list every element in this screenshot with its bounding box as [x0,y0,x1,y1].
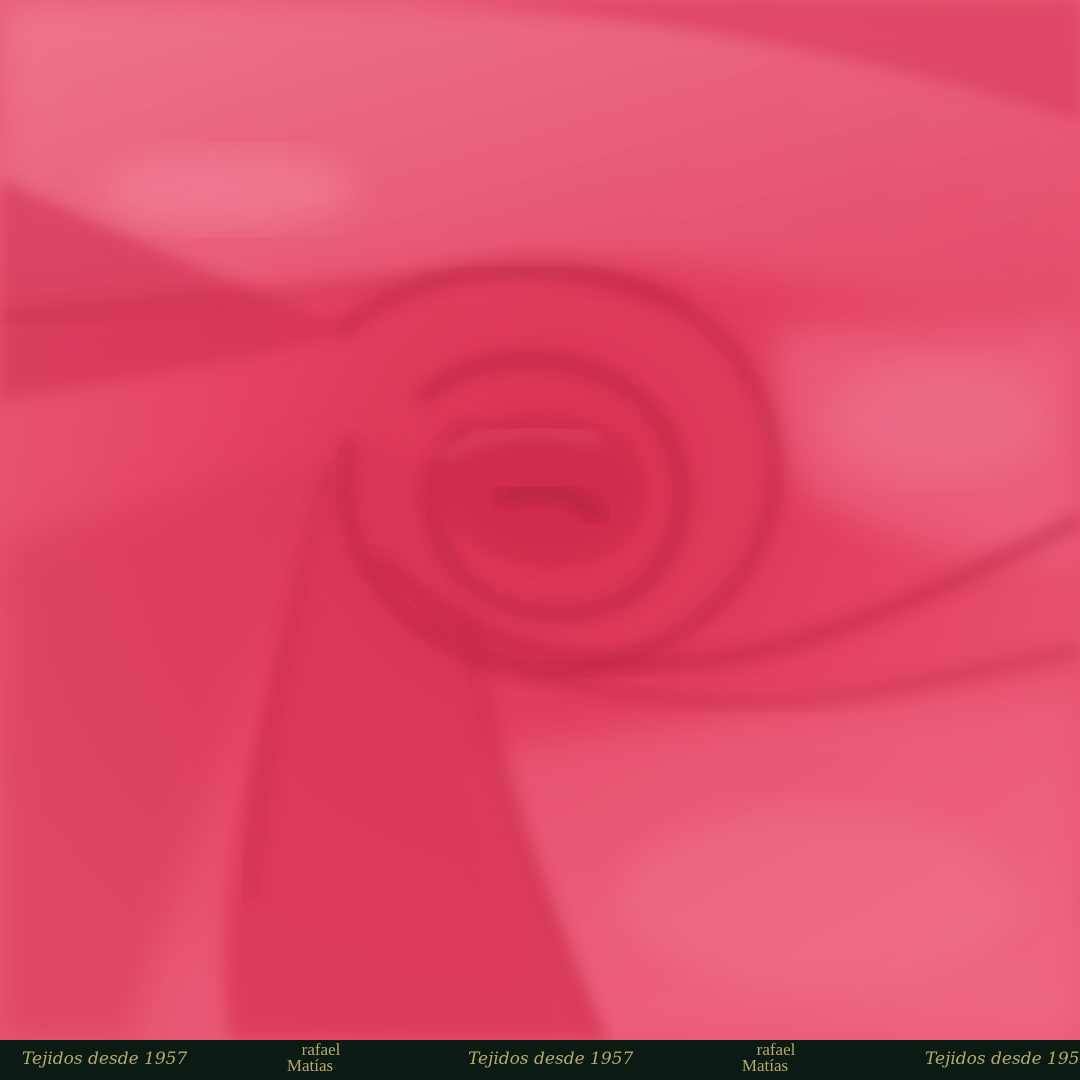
product-image-frame: Tejidos desde 1957 rafael Matías Tejidos… [0,0,1080,1080]
sheen-top-left [100,150,360,230]
brand-logo: rafael Matías [265,1041,355,1078]
brand-logo: rafael Matías [720,1041,810,1078]
sheen-right [830,360,1050,480]
tagline-text: Tejidos desde 1957 [22,1049,188,1069]
tagline-text: Tejidos desde 1957 [468,1049,634,1069]
fabric-swirl-illustration [0,0,1080,1040]
logo-last-name: Matías [741,1056,789,1075]
brand-banner: Tejidos desde 1957 rafael Matías Tejidos… [0,1040,1080,1080]
sheen-bottom-right [620,810,1020,990]
logo-last-name: Matías [286,1056,334,1075]
tagline-text: Tejidos desde 1957 [925,1049,1080,1069]
fabric-photo [0,0,1080,1040]
